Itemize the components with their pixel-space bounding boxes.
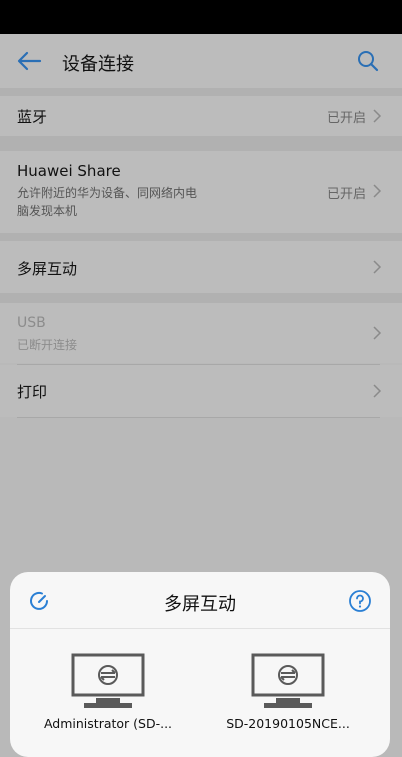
chevron-right-icon: [373, 184, 382, 198]
search-icon[interactable]: [356, 49, 380, 73]
section-gap: [0, 136, 402, 151]
device-item[interactable]: SD-20190105NCE...: [213, 652, 363, 731]
bluetooth-label: 蓝牙: [17, 108, 48, 126]
section-gap: [0, 293, 402, 303]
sheet-header: 多屏互动: [10, 572, 390, 629]
chevron-right-icon: [373, 326, 382, 340]
huawei-share-row[interactable]: Huawei Share 允许附近的华为设备、同网络内电 脑发现本机 已开启: [0, 151, 402, 233]
help-icon[interactable]: [348, 589, 372, 613]
app-bar: 设备连接: [0, 34, 402, 88]
chevron-right-icon: [373, 109, 382, 123]
multiscreen-label: 多屏互动: [17, 260, 78, 278]
chevron-right-icon: [373, 260, 382, 274]
monitor-icon: [251, 653, 325, 708]
back-arrow-icon[interactable]: [16, 49, 42, 73]
bluetooth-row[interactable]: 蓝牙 已开启: [0, 96, 402, 136]
status-bar: [0, 0, 402, 34]
monitor-icon: [71, 653, 145, 708]
bluetooth-status: 已开启: [326, 111, 366, 126]
device-name: SD-20190105NCE...: [226, 716, 350, 731]
print-row[interactable]: 打印: [0, 365, 402, 417]
section-gap: [0, 233, 402, 241]
device-item[interactable]: Administrator (SD-...: [33, 652, 183, 731]
page-title: 设备连接: [62, 54, 134, 75]
huawei-share-status: 已开启: [326, 187, 366, 202]
multiscreen-sheet: 多屏互动 Administrator (SD-... SD-20190105NC…: [10, 572, 390, 757]
print-label: 打印: [17, 383, 48, 401]
huawei-share-desc-line1: 允许附近的华为设备、同网络内电: [17, 186, 198, 200]
usb-status: 已断开连接: [17, 338, 78, 352]
usb-label: USB: [17, 315, 46, 331]
huawei-share-label: Huawei Share: [17, 162, 121, 180]
usb-row[interactable]: USB 已断开连接: [0, 303, 402, 363]
multiscreen-row[interactable]: 多屏互动: [0, 241, 402, 293]
device-name: Administrator (SD-...: [43, 716, 173, 731]
row-divider: [17, 417, 380, 418]
huawei-share-desc-line2: 脑发现本机: [17, 204, 78, 218]
chevron-right-icon: [373, 384, 382, 398]
sheet-title: 多屏互动: [164, 594, 236, 615]
section-gap: [0, 88, 402, 96]
